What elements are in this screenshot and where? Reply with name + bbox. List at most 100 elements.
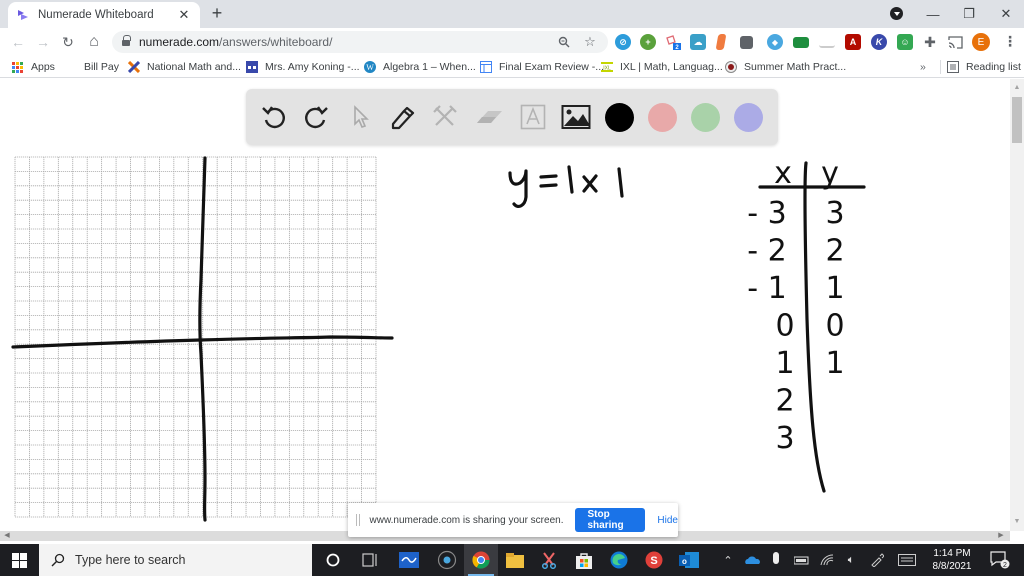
scroll-right-arrow[interactable]: ▶: [996, 531, 1006, 541]
back-button[interactable]: ←: [8, 32, 28, 52]
outlook-icon[interactable]: o: [672, 544, 706, 576]
color-swatch-pink[interactable]: [648, 103, 677, 132]
bookmark-mrs-amy-koning[interactable]: Mrs. Amy Koning -...: [246, 59, 360, 75]
bookmark-national-math[interactable]: National Math and...: [128, 59, 241, 75]
tab-numerade-whiteboard[interactable]: Numerade Whiteboard ✕: [8, 2, 200, 28]
drag-handle[interactable]: [356, 514, 360, 526]
bookmark-apps[interactable]: Apps: [12, 59, 55, 75]
edge-icon[interactable]: [602, 544, 636, 576]
table-cell-y: 0: [825, 309, 844, 344]
bookmark-final-exam-review[interactable]: Final Exam Review -...: [480, 59, 604, 75]
snipping-tool-icon[interactable]: [532, 544, 566, 576]
table-cell-x: - 3: [747, 196, 786, 231]
chrome-taskbar-icon[interactable]: [464, 544, 498, 576]
extensions-puzzle-icon[interactable]: ✚: [922, 34, 938, 50]
bookmark-star-icon[interactable]: ☆: [580, 31, 600, 53]
svg-text:W: W: [366, 63, 374, 72]
color-swatch-green[interactable]: [691, 103, 720, 132]
tab-search-icon[interactable]: [890, 7, 903, 20]
adobe-acrobat-extension-icon[interactable]: A: [845, 34, 861, 50]
cast-icon[interactable]: [947, 34, 963, 50]
bookmarks-overflow-button[interactable]: »: [920, 59, 926, 75]
home-button[interactable]: ⌂: [84, 32, 104, 52]
table-cell-x: 1: [775, 346, 794, 381]
bookmark-algebra-1[interactable]: W Algebra 1 – When...: [364, 59, 476, 75]
sharing-message: www.numerade.com is sharing your screen.: [369, 514, 564, 526]
gray-extension-icon[interactable]: [740, 36, 753, 49]
new-tab-button[interactable]: +: [206, 3, 228, 25]
diamond-extension-icon[interactable]: ◆: [767, 34, 783, 50]
svg-text:S: S: [650, 555, 657, 567]
zoom-icon[interactable]: [554, 31, 574, 53]
file-explorer-icon[interactable]: [498, 544, 532, 576]
table-cell-x: - 1: [747, 271, 786, 306]
window-close-button[interactable]: ✕: [988, 0, 1024, 28]
windows-taskbar: Type here to search S o ⌃ 🔈︎ 1:14 PM 8/8…: [0, 544, 1024, 576]
eraser-tool-button[interactable]: [473, 101, 505, 133]
select-tool-button[interactable]: [344, 101, 376, 133]
pencil-icon: [391, 106, 415, 130]
image-tool-button[interactable]: [560, 101, 592, 133]
badge-extension-icon[interactable]: 2: [665, 34, 681, 50]
maximize-button[interactable]: ❐: [951, 0, 987, 28]
vertical-scrollbar[interactable]: ▲ ▼: [1010, 79, 1024, 531]
bookmark-summer-math[interactable]: Summer Math Pract...: [725, 59, 846, 75]
lock-icon[interactable]: [122, 34, 131, 47]
color-swatch-black[interactable]: [605, 103, 634, 132]
scroll-left-arrow[interactable]: ◀: [2, 531, 12, 541]
bookmark-bill-pay[interactable]: Bill Pay: [84, 59, 119, 75]
whiteboard-canvas[interactable]: y = |x| x y- 3 3- 2 2- 1 10 01 123: [0, 79, 1010, 531]
reload-button[interactable]: ↻: [58, 32, 78, 52]
notifications-button[interactable]: 2: [988, 544, 1012, 576]
bookmark-ixl[interactable]: IXL IXL | Math, Languag...: [601, 59, 723, 75]
color-swatch-purple[interactable]: [734, 103, 763, 132]
volume-icon[interactable]: 🔈︎: [840, 544, 862, 576]
table-header-y: y: [821, 156, 839, 191]
pen-tool-button[interactable]: [386, 101, 418, 133]
faded-extension-icon[interactable]: [819, 38, 835, 48]
target-icon: [725, 61, 737, 73]
cloud-extension-icon[interactable]: ☁: [690, 34, 706, 50]
green-face-extension-icon[interactable]: ☺: [897, 34, 913, 50]
reading-list-button[interactable]: Reading list: [947, 59, 1021, 75]
text-tool-button[interactable]: [517, 101, 549, 133]
forward-button[interactable]: →: [33, 32, 53, 52]
microsoft-store-icon[interactable]: [567, 544, 601, 576]
address-bar[interactable]: numerade.com/answers/whiteboard/ ☆: [112, 31, 608, 53]
microphone-icon[interactable]: [766, 544, 786, 576]
bookmark-label: Summer Math Pract...: [744, 61, 847, 73]
tab-close-icon[interactable]: ✕: [176, 7, 192, 23]
text-box-icon: [520, 104, 546, 130]
touch-keyboard-icon[interactable]: [894, 544, 920, 576]
onedrive-icon[interactable]: [740, 544, 764, 576]
system-clock[interactable]: 1:14 PM 8/8/2021: [924, 547, 980, 573]
task-view-icon[interactable]: [353, 544, 387, 576]
hide-banner-button[interactable]: Hide: [657, 515, 678, 526]
profile-avatar[interactable]: E: [972, 33, 990, 51]
undo-icon: [262, 106, 285, 129]
pen-workspace-icon[interactable]: [866, 544, 888, 576]
minimize-button[interactable]: —: [915, 0, 951, 28]
stop-sharing-button[interactable]: Stop sharing: [575, 508, 646, 532]
undo-button[interactable]: [258, 101, 290, 133]
k-extension-icon[interactable]: K: [871, 34, 887, 50]
battery-icon[interactable]: [790, 544, 814, 576]
start-button[interactable]: [0, 544, 38, 576]
green-plus-extension-icon[interactable]: +: [640, 34, 656, 50]
cortana-icon[interactable]: [316, 544, 350, 576]
url-text[interactable]: numerade.com/answers/whiteboard/: [139, 35, 332, 49]
swiftkey-icon[interactable]: S: [637, 544, 671, 576]
vertical-scrollbar-thumb[interactable]: [1012, 97, 1022, 143]
media-app-icon[interactable]: [430, 544, 464, 576]
chrome-menu-icon[interactable]: ⋮: [1003, 33, 1017, 51]
redo-button[interactable]: [300, 101, 332, 133]
wifi-icon[interactable]: [816, 544, 838, 576]
whiteboard-app-icon[interactable]: [392, 544, 426, 576]
show-hidden-icons-chevron[interactable]: ⌃: [716, 544, 740, 576]
scroll-down-arrow[interactable]: ▼: [1010, 515, 1024, 529]
cast-green-extension-icon[interactable]: [793, 37, 809, 48]
taskbar-search-box[interactable]: Type here to search: [39, 544, 312, 576]
blue-compass-extension-icon[interactable]: ⊘: [615, 34, 631, 50]
scroll-up-arrow[interactable]: ▲: [1010, 81, 1024, 95]
shapes-tool-button[interactable]: [429, 101, 461, 133]
